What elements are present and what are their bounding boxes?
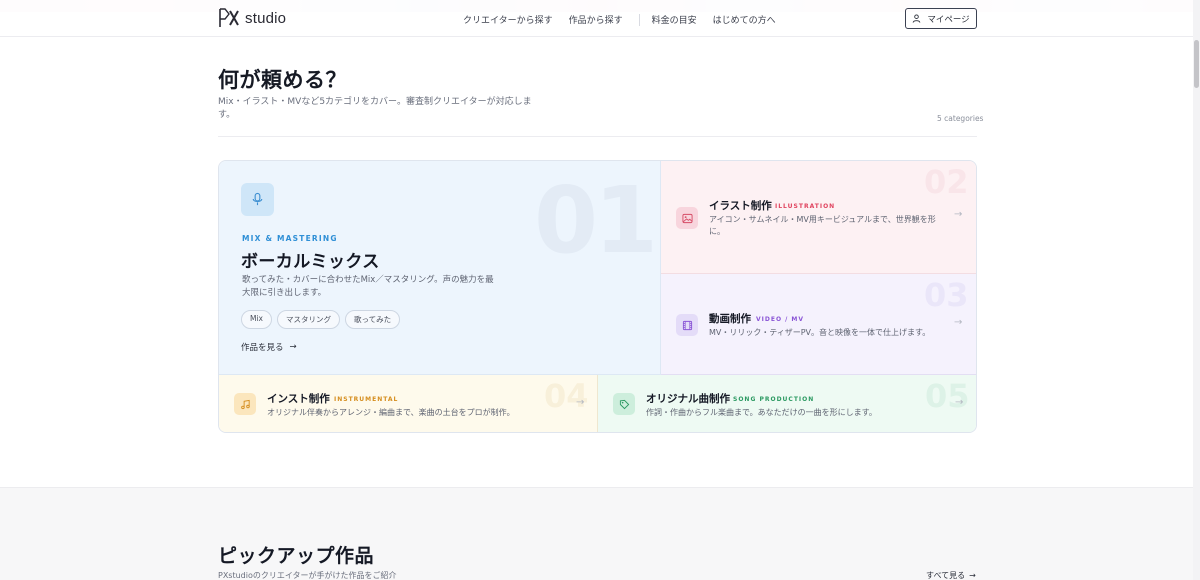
microphone-icon — [241, 183, 274, 216]
arrow-right-icon: → — [969, 571, 976, 580]
category-count: 5 categories — [937, 114, 984, 123]
card-description: 歌ってみた・カバーに合わせたMix／マスタリング。声の魅力を最大限に引き出します… — [242, 275, 494, 298]
card-description: オリジナル伴奏からアレンジ・編曲まで、楽曲の土台をプロが制作。 — [267, 408, 515, 417]
card-description: MV・リリック・ティザーPV。音と映像を一体で仕上げます。 — [709, 328, 931, 337]
arrow-right-icon: → — [576, 397, 585, 408]
card-description: アイコン・サムネイル・MV用キービジュアルまで、世界観を形に。 — [709, 215, 936, 236]
logo-text: studio — [245, 9, 287, 27]
card-kicker: VIDEO / MV — [756, 316, 805, 323]
tag-list: Mix マスタリング 歌ってみた — [241, 310, 401, 329]
page-scrollbar[interactable] — [1193, 0, 1200, 580]
film-icon — [676, 314, 698, 336]
nav-item-pricing[interactable]: 料金の目安 — [652, 13, 697, 26]
section-title: 何が頼める？ — [218, 68, 347, 92]
view-works-link[interactable]: 作品を見る → — [241, 341, 297, 353]
card-title: インスト制作 — [267, 393, 330, 405]
tag-chip[interactable]: Mix — [241, 310, 272, 329]
card-title: オリジナル曲制作 — [646, 393, 730, 405]
category-grid: 01 MIX & MASTERING ボーカルミックス 歌ってみた・カバーに合わ… — [218, 160, 977, 433]
pickup-description: PXstudioのクリエイターが手がけた作品をご紹介 — [218, 571, 397, 580]
see-all-link[interactable]: すべて見る → — [926, 570, 976, 580]
card-number: 02 — [924, 163, 969, 201]
arrow-right-icon: → — [954, 317, 963, 328]
image-icon — [676, 207, 698, 229]
view-works-label: 作品を見る — [241, 343, 284, 353]
nav-divider — [638, 13, 640, 26]
pickup-section — [0, 487, 1193, 580]
category-card-video[interactable]: 03 動画制作 VIDEO / MV MV・リリック・ティザーPV。音と映像を一… — [661, 274, 976, 375]
arrow-right-icon: → — [289, 342, 297, 352]
card-kicker: INSTRUMENTAL — [334, 396, 399, 403]
tag-chip[interactable]: マスタリング — [277, 310, 340, 329]
user-icon — [912, 14, 921, 23]
see-all-label: すべて見る — [926, 571, 966, 580]
mypage-label: マイページ — [927, 14, 970, 25]
card-description: 作詞・作曲からフル楽曲まで。あなただけの一曲を形にします。 — [646, 408, 877, 417]
card-number: 03 — [924, 276, 969, 314]
card-title: イラスト制作 — [709, 200, 772, 212]
card-title: ボーカルミックス — [241, 252, 380, 272]
card-number: 01 — [534, 167, 658, 274]
section-description: Mix・イラスト・MVなど5カテゴリをカバー。審査制クリエイターが対応します。 — [218, 97, 532, 120]
category-card-instrumental[interactable]: 04 インスト制作 INSTRUMENTAL オリジナル伴奏からアレンジ・編曲ま… — [219, 375, 598, 432]
nav-item-beginners[interactable]: はじめての方へ — [713, 13, 776, 26]
nav-item-works[interactable]: 作品から探す — [569, 13, 623, 26]
category-card-song-production[interactable]: 05 オリジナル曲制作 SONG PRODUCTION 作詞・作曲からフル楽曲ま… — [598, 375, 976, 432]
category-card-vocal-mix[interactable]: 01 MIX & MASTERING ボーカルミックス 歌ってみた・カバーに合わ… — [219, 161, 661, 375]
tag-chip[interactable]: 歌ってみた — [345, 310, 401, 329]
pickup-title: ピックアップ作品 — [218, 545, 375, 567]
mypage-button[interactable]: マイページ — [905, 8, 977, 29]
site-header: studio クリエイターから探す 作品から探す 料金の目安 はじめての方へ マ… — [0, 0, 1200, 37]
scrollbar-thumb[interactable] — [1194, 40, 1199, 88]
section-divider — [218, 136, 977, 137]
nav-item-creators[interactable]: クリエイターから探す — [463, 13, 553, 26]
card-kicker: MIX & MASTERING — [242, 234, 338, 243]
music-note-icon — [234, 393, 256, 415]
main-nav: クリエイターから探す 作品から探す 料金の目安 はじめての方へ — [463, 13, 792, 26]
category-card-illustration[interactable]: 02 イラスト制作 ILLUSTRATION アイコン・サムネイル・MV用キービ… — [661, 161, 976, 274]
arrow-right-icon: → — [954, 209, 963, 220]
tag-icon — [613, 393, 635, 415]
card-kicker: SONG PRODUCTION — [733, 396, 815, 403]
logo[interactable]: studio — [218, 8, 286, 28]
card-kicker: ILLUSTRATION — [775, 203, 836, 210]
logo-mark-icon — [219, 8, 239, 27]
arrow-right-icon: → — [955, 397, 964, 408]
card-title: 動画制作 — [709, 313, 751, 325]
